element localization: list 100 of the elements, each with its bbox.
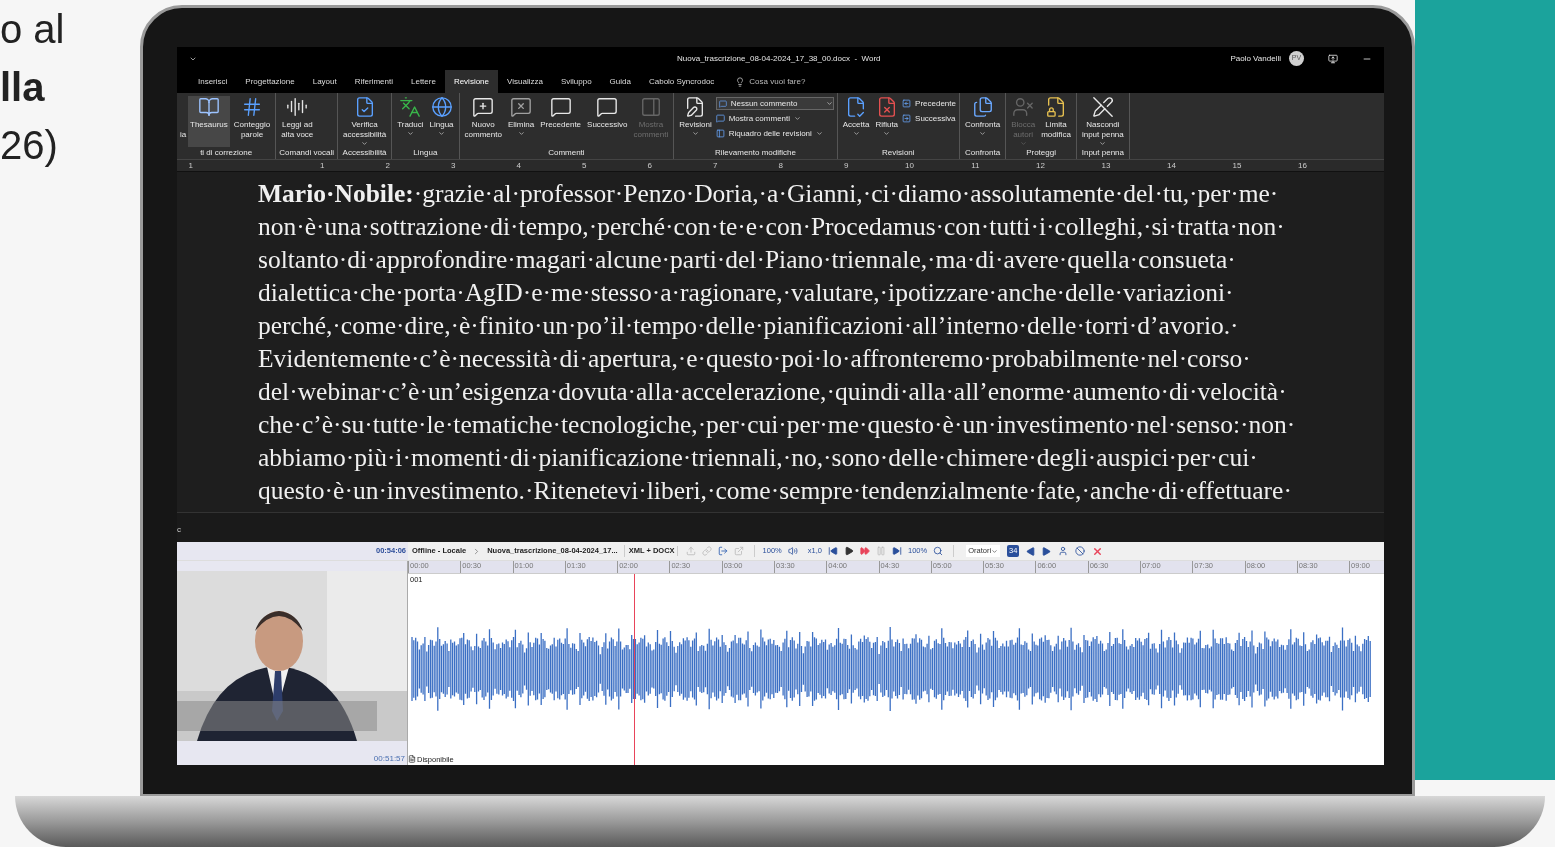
ribbon-button[interactable]: Lingua — [427, 96, 456, 147]
translate-icon — [399, 96, 422, 118]
panel-icon — [639, 96, 662, 118]
arrow-right-icon — [902, 114, 912, 123]
external-link-icon — [733, 546, 744, 556]
comment-icon — [718, 99, 727, 108]
group-label: Comandi vocali — [279, 147, 334, 159]
comment-icon — [596, 96, 619, 118]
ribbon-button[interactable]: Conteggio parole — [231, 96, 273, 147]
ribbon-tab[interactable]: Layout — [303, 70, 346, 93]
ribbon-tab[interactable]: Lettere — [402, 70, 445, 93]
ruler-number: 5 — [581, 159, 587, 172]
group-label: Rilevamento modifiche — [714, 147, 797, 159]
user-icon — [1058, 546, 1069, 556]
documents-icon — [971, 96, 994, 118]
tell-me-field[interactable]: Cosa vuoi fare? — [749, 75, 840, 88]
ruler-number: 6 — [646, 159, 652, 172]
ribbon-button[interactable]: Nascondi input penna — [1079, 96, 1126, 147]
ribbon-button[interactable]: Successiva — [902, 112, 956, 125]
document-text-line: non·è·una·sottrazione·di·tempo,·perché·con·te·e·con·Procedamus·con·tutti·i·colleghi,·si·tratta·non· — [258, 211, 1285, 243]
panel-icon — [715, 129, 725, 138]
ribbon-button[interactable]: Verifica accessibilità — [341, 96, 389, 147]
remaining-time: 00:51:57 — [373, 753, 405, 765]
ruler-number: 1 — [319, 159, 325, 172]
ribbon-button[interactable]: Limita modifica — [1039, 96, 1073, 147]
ribbon-button[interactable]: Accetta — [840, 96, 872, 147]
fast-forward-icon — [860, 546, 870, 556]
ribbon-tab[interactable]: Revisione — [444, 70, 499, 93]
ribbon-button[interactable]: Nuovo commento — [462, 96, 504, 147]
ribbon-tab[interactable]: Guida — [600, 70, 640, 93]
ruler-number: 3 — [450, 159, 456, 172]
ribbon-button[interactable]: Confronta — [963, 96, 1003, 147]
chevron-icon — [825, 100, 833, 107]
ribbon-button[interactable]: Rifiuta — [873, 96, 901, 147]
document-text-line: dialettica·che·porta·AgID·e·me·stesso·a·ragionare,·valutare,·ipotizzare·anche·delle·variazioni· — [258, 277, 1234, 309]
document-text-line: del·webinar·c’è·un’esigenza·dovuta·alla·accelerazione,·quindi·alla·all’enorme·aumento·di·velocità· — [258, 376, 1287, 408]
ruler-number: 12 — [1035, 159, 1045, 172]
chevron-icon — [361, 140, 369, 147]
ribbon-button[interactable]: Precedente — [902, 97, 956, 110]
ribbon-button[interactable]: Thesaurus — [188, 96, 230, 147]
ribbon-tab[interactable]: Visualizza — [498, 70, 552, 93]
skip-back-icon — [828, 546, 838, 556]
ban-icon — [1075, 546, 1086, 556]
document-text-line: abbiamo·più·i·momenti·di·pianificazione·triennali,·no,·sono·delle·chimere·degli·auspici·per·cui· — [258, 442, 1258, 474]
ribbon-button[interactable]: ia — [180, 96, 186, 147]
ruler-number: 1 — [187, 159, 193, 172]
markup-select[interactable]: Nessun commento — [715, 97, 834, 110]
ruler-number: 16 — [1297, 159, 1307, 172]
chevron-icon — [406, 130, 414, 137]
ribbon-button[interactable]: Riquadro delle revisioni — [715, 127, 834, 140]
backdrop-text: lla — [0, 64, 46, 111]
group-label: Revisioni — [881, 147, 916, 159]
book-icon — [197, 96, 220, 118]
ribbon-tab[interactable]: Progettazione — [236, 70, 304, 93]
group-label: Commenti — [547, 147, 586, 159]
document-icon — [408, 755, 416, 764]
pause-icon — [876, 546, 886, 556]
document-text-line: Mario·Nobile:·grazie·al·professor·Penzo·Doria,·a·Gianni,·ci·diamo·assolutamente·del·tu,·per·me· — [258, 178, 1279, 210]
window-title: Nuova_trascrizione_08-04-2024_17_38_00.docx - Word — [677, 52, 881, 65]
globe-icon — [430, 96, 453, 118]
ribbon-button[interactable]: Elimina — [505, 96, 537, 147]
chevron-icon — [438, 130, 446, 137]
chevron-icon — [517, 130, 525, 137]
document-text-line: perché,·come·dire,·è·finito·un·po’il·tempo·delle·pianificazioni·all’interno·delle·torri·d’avorio.· — [258, 310, 1239, 342]
ribbon-tab[interactable]: Inserisci — [189, 70, 237, 93]
document-text-line: che·c’è·su·tutte·le·tematiche·tecnologiche,·per·cui·per·me·questo·è·un·investimento·nel·senso:·non· — [258, 409, 1296, 441]
ruler-number: 4 — [515, 159, 521, 172]
ribbon-button[interactable]: Precedente — [538, 96, 584, 147]
ruler-number: 7 — [712, 159, 718, 172]
play-icon — [844, 546, 854, 556]
link-icon — [701, 546, 712, 556]
chevron-icon — [794, 115, 802, 122]
ruler-number: 8 — [777, 159, 783, 172]
document-text-line: soltanto·di·approfondire·magari·alcune·parti·del·Piano·triennale,·ma·di·avere·quella·consueta· — [258, 244, 1236, 276]
close-icon — [1092, 545, 1104, 557]
export-icon — [717, 546, 728, 556]
ribbon-button[interactable]: Revisioni — [677, 96, 714, 147]
document-text-line: questo·è·un·investimento.·Ritenetevi·liberi,·come·sempre·tendenzialmente·fate,·anche·di·effettuare· — [258, 475, 1292, 507]
ruler-number: 13 — [1100, 159, 1111, 172]
ribbon-button[interactable]: Leggi ad alta voce — [279, 96, 316, 147]
group-label: Lingua — [412, 147, 439, 159]
triangle-right-icon — [1042, 546, 1052, 556]
chevron-icon — [691, 130, 699, 137]
ribbon-button[interactable]: Mostra commenti — [715, 112, 834, 125]
ruler-number: 15 — [1231, 159, 1242, 172]
group-label: Accessibilità — [341, 147, 388, 159]
ribbon-tab[interactable]: Sviluppo — [551, 70, 601, 93]
ribbon-button[interactable]: Successivo — [585, 96, 630, 147]
lightbulb-icon — [735, 76, 746, 87]
chevron-icon — [852, 130, 860, 137]
backdrop-text: o al — [0, 6, 66, 53]
ribbon-tab[interactable]: Cabolo Syncrodoc — [639, 70, 724, 93]
document-text-line: Evidentemente·c’è·necessità·di·apertura,·e·questo·poi·lo·affronteremo·probabilmente·nel·corso· — [258, 343, 1251, 375]
user-block-icon — [1012, 96, 1035, 118]
ribbon-button[interactable]: Traduci — [395, 96, 426, 147]
ribbon-tab[interactable]: Riferimenti — [345, 70, 402, 93]
search-icon — [933, 546, 944, 556]
skip-forward-icon — [892, 546, 902, 556]
chevron-icon — [991, 547, 999, 555]
chevron-icon — [979, 130, 987, 137]
